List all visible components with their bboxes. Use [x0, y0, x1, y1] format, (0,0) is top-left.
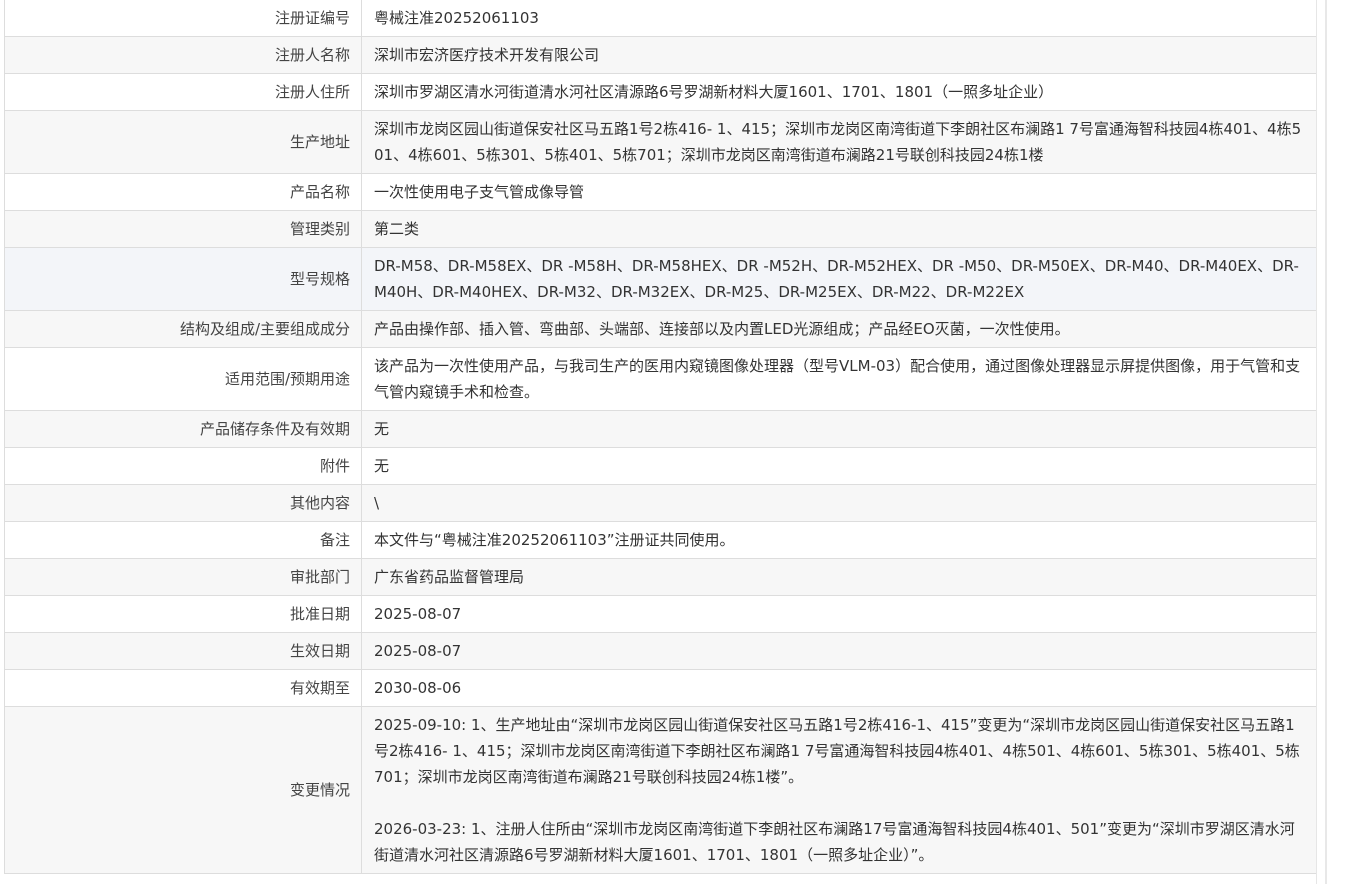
field-label: 生产地址	[5, 110, 362, 174]
scrollbar-line	[1325, 0, 1327, 884]
field-value: 粤械注准20252061103	[361, 0, 1318, 37]
field-label: 结构及组成/主要组成成分	[5, 310, 362, 348]
page-scrollbar[interactable]	[1316, 0, 1345, 884]
field-value: \	[361, 484, 1318, 522]
field-value: 产品由操作部、插入管、弯曲部、头端部、连接部以及内置LED光源组成；产品经EO灭…	[361, 310, 1318, 348]
table-row: 产品名称 一次性使用电子支气管成像导管	[5, 173, 1318, 211]
table-row: 附件 无	[5, 447, 1318, 485]
change-entry: 2025-09-10: 1、生产地址由“深圳市龙岗区园山街道保安社区马五路1号2…	[374, 716, 1300, 786]
field-value: 本文件与“粤械注准20252061103”注册证共同使用。	[361, 521, 1318, 559]
table-row-changes: 变更情况 2025-09-10: 1、生产地址由“深圳市龙岗区园山街道保安社区马…	[5, 706, 1318, 874]
field-label: 产品名称	[5, 173, 362, 211]
table-row: 注册人住所 深圳市罗湖区清水河街道清水河社区清源路6号罗湖新材料大厦1601、1…	[5, 73, 1318, 111]
table-row: 批准日期 2025-08-07	[5, 595, 1318, 633]
field-label: 型号规格	[5, 247, 362, 311]
table-row: 备注 本文件与“粤械注准20252061103”注册证共同使用。	[5, 521, 1318, 559]
field-value: 无	[361, 447, 1318, 485]
changes-value: 2025-09-10: 1、生产地址由“深圳市龙岗区园山街道保安社区马五路1号2…	[361, 706, 1318, 874]
field-label: 产品储存条件及有效期	[5, 410, 362, 448]
table-row: 型号规格 DR-M58、DR-M58EX、DR -M58H、DR-M58HEX、…	[5, 247, 1318, 311]
field-value: 2025-08-07	[361, 595, 1318, 633]
field-value: 深圳市宏济医疗技术开发有限公司	[361, 36, 1318, 74]
table-row: 结构及组成/主要组成成分 产品由操作部、插入管、弯曲部、头端部、连接部以及内置L…	[5, 310, 1318, 348]
field-value: 深圳市龙岗区园山街道保安社区马五路1号2栋416- 1、415；深圳市龙岗区南湾…	[361, 110, 1318, 174]
table-row: 生效日期 2025-08-07	[5, 632, 1318, 670]
field-label: 有效期至	[5, 669, 362, 707]
field-label: 适用范围/预期用途	[5, 347, 362, 411]
field-label: 备注	[5, 521, 362, 559]
field-value: 2025-08-07	[361, 632, 1318, 670]
field-label: 注册人名称	[5, 36, 362, 74]
field-value: 广东省药品监督管理局	[361, 558, 1318, 596]
table-row: 注册人名称 深圳市宏济医疗技术开发有限公司	[5, 36, 1318, 74]
field-label: 注册证编号	[5, 0, 362, 37]
table-row: 适用范围/预期用途 该产品为一次性使用产品，与我司生产的医用内窥镜图像处理器（型…	[5, 347, 1318, 411]
change-entry: 2026-03-23: 1、注册人住所由“深圳市龙岗区南湾街道下李朗社区布澜路1…	[374, 820, 1295, 864]
field-value: 深圳市罗湖区清水河街道清水河社区清源路6号罗湖新材料大厦1601、1701、18…	[361, 73, 1318, 111]
field-label: 生效日期	[5, 632, 362, 670]
table-row: 有效期至 2030-08-06	[5, 669, 1318, 707]
field-label: 注册人住所	[5, 73, 362, 111]
table-row: 生产地址 深圳市龙岗区园山街道保安社区马五路1号2栋416- 1、415；深圳市…	[5, 110, 1318, 174]
field-label: 批准日期	[5, 595, 362, 633]
field-label: 其他内容	[5, 484, 362, 522]
table-row: 注册证编号 粤械注准20252061103	[5, 0, 1318, 37]
field-value: 第二类	[361, 210, 1318, 248]
table-row: 产品储存条件及有效期 无	[5, 410, 1318, 448]
field-label: 附件	[5, 447, 362, 485]
table-row: 其他内容 \	[5, 484, 1318, 522]
field-label: 审批部门	[5, 558, 362, 596]
table-row: 审批部门 广东省药品监督管理局	[5, 558, 1318, 596]
field-value: DR-M58、DR-M58EX、DR -M58H、DR-M58HEX、DR -M…	[361, 247, 1318, 311]
field-value: 该产品为一次性使用产品，与我司生产的医用内窥镜图像处理器（型号VLM-03）配合…	[361, 347, 1318, 411]
registration-details-table: 注册证编号 粤械注准20252061103 注册人名称 深圳市宏济医疗技术开发有…	[4, 0, 1319, 874]
field-value: 无	[361, 410, 1318, 448]
table-row: 管理类别 第二类	[5, 210, 1318, 248]
field-value: 一次性使用电子支气管成像导管	[361, 173, 1318, 211]
field-value: 2030-08-06	[361, 669, 1318, 707]
changes-label: 变更情况	[5, 706, 362, 874]
field-label: 管理类别	[5, 210, 362, 248]
